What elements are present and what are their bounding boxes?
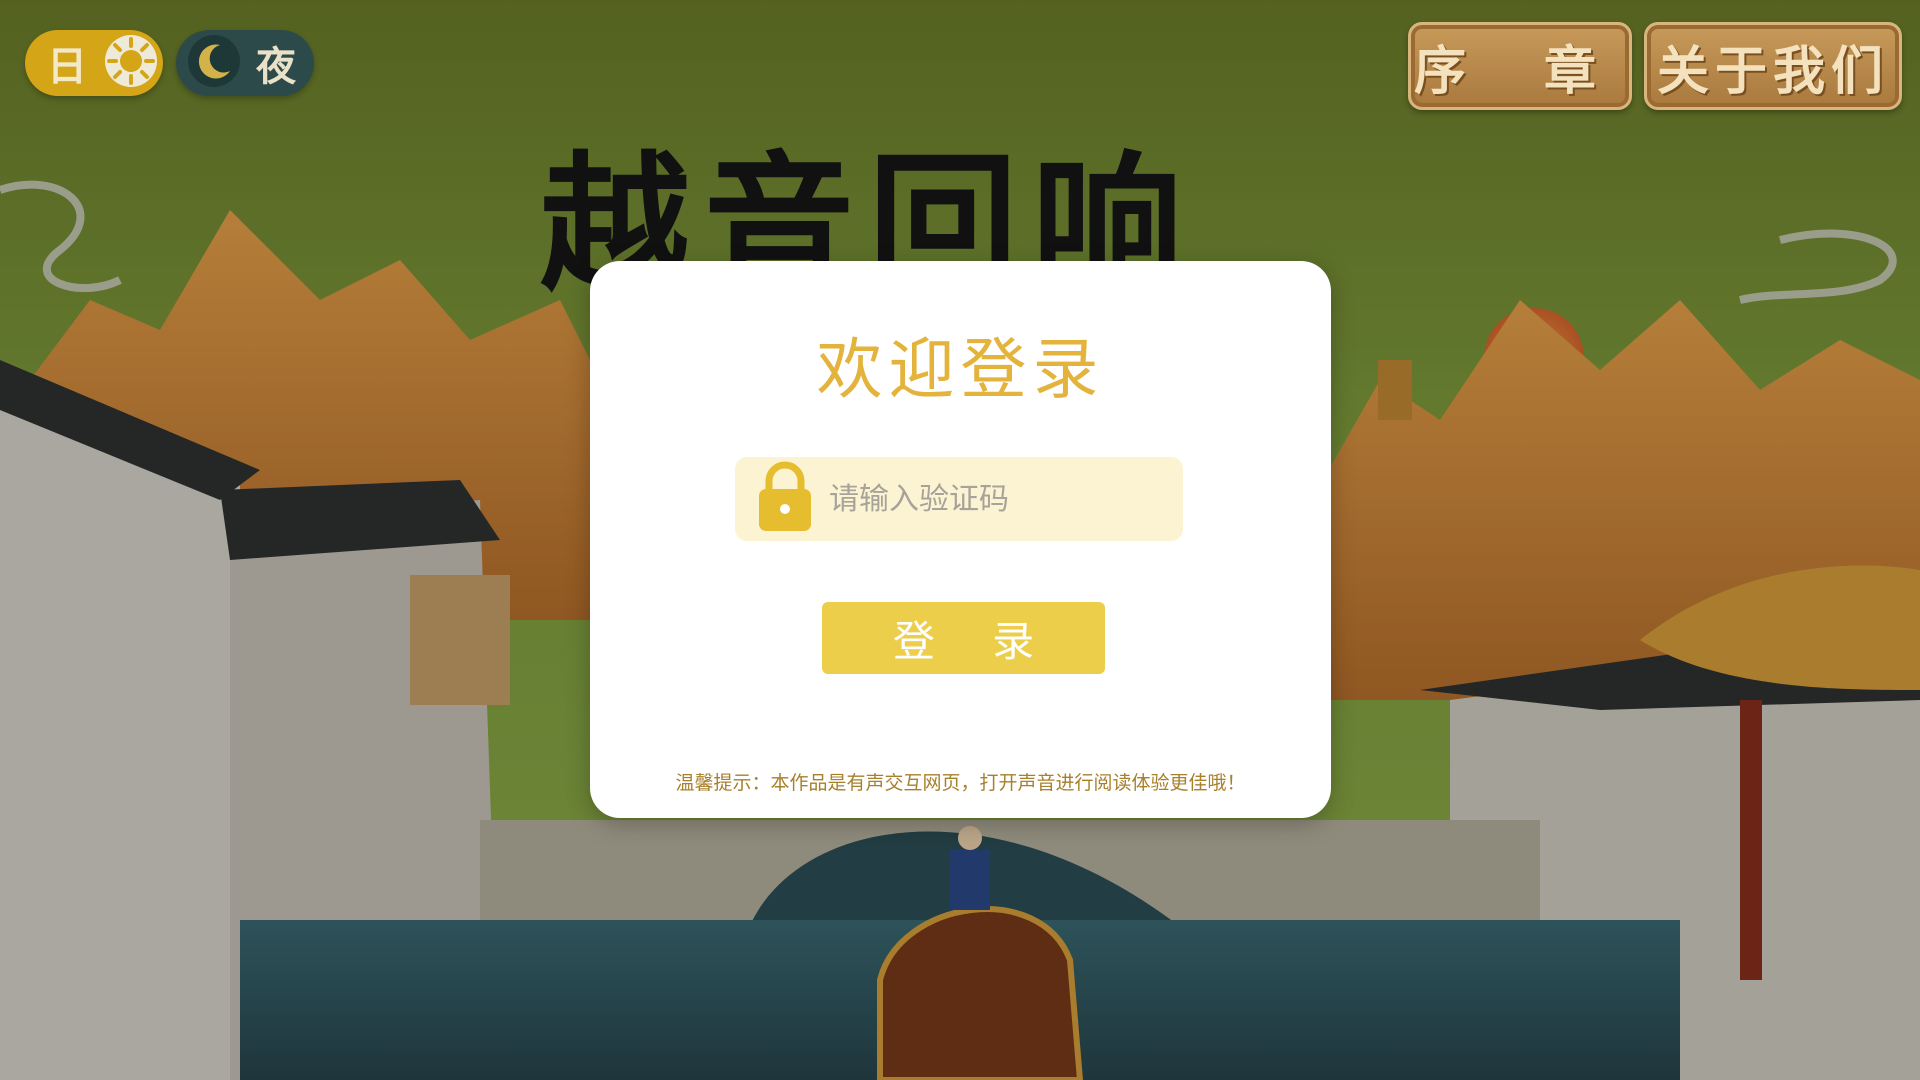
day-mode-label: 日 [47,43,87,90]
night-mode-button[interactable]: 夜 [176,30,314,96]
sun-icon [103,33,159,93]
moon-icon [186,33,242,93]
login-button[interactable]: 登 录 [822,602,1105,674]
verification-code-input[interactable] [827,480,1171,518]
sound-tip-text: 温馨提示：本作品是有声交互网页，打开声音进行阅读体验更佳哦！ [675,772,1246,794]
verification-code-field[interactable] [735,457,1183,541]
nav-about-button[interactable]: 关于我们 [1644,22,1902,110]
login-title: 欢迎登录 [816,331,1105,408]
nav-prologue-button[interactable]: 序 章 [1408,22,1632,110]
lock-icon [757,461,813,537]
night-mode-label: 夜 [256,43,296,90]
day-mode-button[interactable]: 日 [25,30,163,96]
login-card: 欢迎登录 登 录 温馨提示：本作品是有声交互网页，打开声音进行阅读体验更佳哦！ [590,261,1331,818]
